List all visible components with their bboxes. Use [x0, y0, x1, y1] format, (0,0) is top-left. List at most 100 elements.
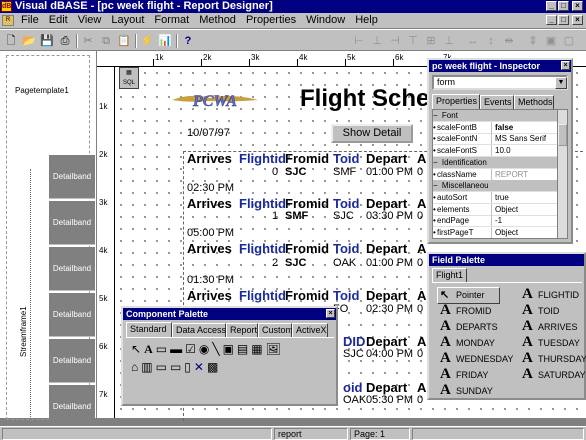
menu-method[interactable]: Method [194, 13, 241, 28]
inspector-window[interactable]: pc week flight - Inspector × form ▼ Prop… [427, 58, 573, 244]
document-icon[interactable]: R [2, 15, 14, 26]
help-icon[interactable]: ? [180, 33, 196, 49]
field-item-toid[interactable]: A TOID [522, 303, 559, 319]
component-palette-title-bar[interactable]: Component Palette × [123, 308, 336, 320]
save-icon[interactable]: 💾 [39, 33, 55, 49]
maximize-button[interactable]: □ [558, 1, 569, 11]
pointer-icon[interactable]: ↖ [131, 342, 144, 356]
extra-depart-1[interactable]: 04:00 PM [366, 348, 413, 360]
extra-toid-3[interactable]: OAK [343, 394, 366, 406]
align-right-icon[interactable]: ⊣ [387, 33, 403, 49]
field-item-saturday[interactable]: A SATURDAY [522, 367, 586, 383]
property-row[interactable]: • firstPageT Object [433, 227, 559, 238]
property-row[interactable]: • scaleFontN MS Sans Serif [433, 133, 559, 146]
streamframe-label[interactable]: Streamframe1 [19, 306, 28, 357]
align-top-icon[interactable]: ⊤ [405, 33, 421, 49]
show-detail-button[interactable]: Show Detail [331, 124, 413, 143]
row-fromid-0[interactable]: SJC [285, 166, 306, 178]
menu-help[interactable]: Help [350, 13, 383, 28]
column-header-toid[interactable]: Toid [333, 288, 359, 303]
collapse-icon[interactable]: − [433, 111, 440, 120]
text-icon[interactable]: A [144, 342, 156, 356]
extra-a-3[interactable]: 0 [417, 394, 423, 406]
tab-properties[interactable]: Properties [432, 94, 480, 109]
row-fromid-2[interactable]: SJC [285, 257, 306, 269]
row-toid-2[interactable]: OAK [333, 257, 356, 269]
row-time-1[interactable]: 02:30 PM [187, 182, 234, 194]
column-header-fromid[interactable]: Fromid [285, 151, 329, 166]
row-depart-0[interactable]: 01:00 PM [366, 166, 413, 178]
row-time-3[interactable]: 01:30 PM [187, 274, 234, 286]
tab-events[interactable]: Events [480, 95, 514, 109]
column-header-a[interactable]: A [417, 196, 426, 211]
menu-window[interactable]: Window [301, 13, 350, 28]
property-value[interactable]: Object [495, 227, 518, 238]
column-header-depart[interactable]: Depart [366, 196, 407, 211]
property-value[interactable]: true [495, 192, 509, 203]
collapse-icon[interactable]: − [433, 158, 440, 167]
property-value[interactable]: MS Sans Serif [495, 133, 546, 144]
column-header-a[interactable]: A [417, 241, 426, 256]
column-header-a[interactable]: A [417, 288, 426, 303]
column-header-fromid[interactable]: Fromid [285, 196, 329, 211]
row-flightid-0[interactable]: 0 [272, 166, 278, 178]
field-palette-window[interactable]: Field Palette Flight1 ↖ Pointer A FLIGHTID A… [427, 252, 586, 400]
design-icon[interactable]: 📊 [157, 33, 173, 49]
extra-toid-0[interactable]: DID [343, 334, 365, 349]
property-row[interactable]: • scaleFontS 10.0 [433, 145, 559, 158]
column-header-toid[interactable]: Toid [333, 196, 359, 211]
column-header-fromid[interactable]: Fromid [285, 288, 329, 303]
detailband-3[interactable]: Detailband [49, 293, 95, 337]
tab-report[interactable]: Report [226, 323, 258, 337]
run-icon[interactable]: ⚡ [139, 33, 155, 49]
new-icon[interactable]: 🗋 [3, 33, 19, 49]
menu-view[interactable]: View [73, 13, 107, 28]
extra-toid-2[interactable]: oid [343, 380, 363, 395]
inspector-title-bar[interactable]: pc week flight - Inspector × [429, 60, 571, 72]
property-row[interactable]: • scaleFontB false [433, 121, 559, 134]
row-a-2[interactable]: 0 [417, 257, 423, 269]
property-row[interactable]: • elements Object [433, 203, 559, 216]
property-value[interactable]: 10.0 [495, 145, 511, 156]
checkbox-icon[interactable]: ☑ [185, 342, 199, 356]
editor-icon[interactable]: ▭ [156, 360, 170, 374]
row-a-0[interactable]: 0 [417, 166, 423, 178]
inspector-close-button[interactable]: × [561, 61, 570, 70]
paste-icon[interactable]: 📋 [116, 33, 132, 49]
entryfield-icon[interactable]: ▭ [156, 342, 170, 356]
row-depart-1[interactable]: 03:30 PM [366, 210, 413, 222]
line-icon[interactable]: ╲ [212, 342, 222, 356]
extra-depart-2[interactable]: Depart [366, 380, 407, 395]
property-row[interactable]: • className REPORT [433, 168, 559, 181]
row-flightid-1[interactable]: 1 [272, 210, 278, 222]
tab-activex[interactable]: ActiveX [292, 323, 328, 337]
size-height-icon[interactable]: ↕ [483, 33, 499, 49]
image-icon[interactable]: ▣ [223, 342, 237, 356]
field-item-wednesday[interactable]: A WEDNESDAY [440, 351, 513, 367]
row-fromid-1[interactable]: SMF [285, 210, 308, 222]
column-header-fromid[interactable]: Fromid [285, 241, 329, 256]
chevron-down-icon[interactable]: ▼ [555, 77, 567, 89]
size-width-icon[interactable]: ↔ [465, 33, 481, 49]
cut-icon[interactable]: ✂ [80, 33, 96, 49]
property-row[interactable]: − Font [433, 110, 559, 122]
detailband-1[interactable]: Detailband [49, 201, 95, 245]
rectangle-icon[interactable]: ▤ [237, 342, 251, 356]
collapse-icon[interactable]: − [433, 181, 440, 190]
component-palette-window[interactable]: Component Palette × Standard Data Access R… [121, 306, 338, 406]
open-icon[interactable]: 📂 [21, 33, 37, 49]
column-header-arrives[interactable]: Arrives [187, 241, 232, 256]
property-value[interactable]: false [495, 122, 513, 133]
row-time-2[interactable]: 05:00 PM [187, 227, 234, 239]
field-item-tuesday[interactable]: A TUESDAY [522, 335, 580, 351]
field-palette-title-bar[interactable]: Field Palette [429, 254, 584, 266]
property-row[interactable]: − Identification [433, 156, 559, 169]
column-header-toid[interactable]: Toid [333, 151, 359, 166]
column-header-arrives[interactable]: Arrives [187, 196, 232, 211]
row-depart-3[interactable]: 02:30 PM [366, 303, 413, 315]
detailband-0[interactable]: Detailband [49, 155, 95, 199]
detailband-2[interactable]: Detailband [49, 247, 95, 291]
row-flightid-2[interactable]: 2 [272, 257, 278, 269]
menu-edit[interactable]: Edit [44, 13, 73, 28]
tab-custom[interactable]: Custom [258, 323, 293, 337]
